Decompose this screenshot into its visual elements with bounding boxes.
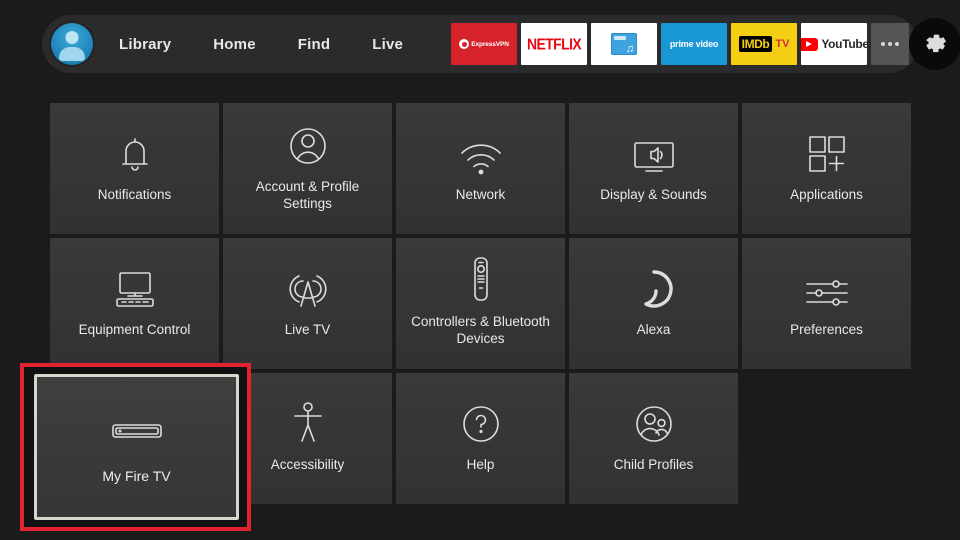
imdb-tv-suffix: TV bbox=[775, 38, 790, 50]
app-tile-imdb-tv[interactable]: IMDb TV bbox=[731, 23, 798, 65]
highlight-annotation-box: My Fire TV bbox=[20, 363, 251, 531]
app-tile-prime-video[interactable]: prime video bbox=[661, 23, 728, 65]
question-circle-icon bbox=[460, 399, 502, 445]
two-people-icon bbox=[633, 399, 675, 445]
prime-video-label: prime video bbox=[669, 38, 719, 49]
tile-label: Applications bbox=[790, 187, 863, 203]
imdb-tv-logo: IMDb TV bbox=[738, 36, 790, 52]
bell-icon bbox=[115, 129, 155, 175]
settings-tile-preferences[interactable]: Preferences bbox=[742, 238, 911, 369]
gear-icon bbox=[926, 34, 946, 53]
settings-tile-display-sounds[interactable]: Display & Sounds bbox=[569, 103, 738, 234]
tile-label: Child Profiles bbox=[613, 457, 694, 473]
tile-label: Accessibility bbox=[270, 457, 345, 473]
settings-tile-equipment-control[interactable]: Equipment Control bbox=[50, 238, 219, 369]
broadcast-tower-icon bbox=[285, 264, 331, 310]
tile-label: Controllers & Bluetooth Devices bbox=[411, 313, 550, 346]
youtube-logo: YouTube bbox=[801, 37, 867, 51]
tile-label: Network bbox=[455, 187, 506, 203]
media-player-icon bbox=[611, 33, 638, 55]
fire-tv-settings-screen: Library Home Find Live ExpressVPN NETFLI… bbox=[0, 0, 960, 540]
tile-label: Notifications bbox=[97, 187, 172, 203]
expressvpn-label: ExpressVPN bbox=[471, 40, 509, 48]
nav-item-live[interactable]: Live bbox=[372, 36, 403, 53]
settings-button[interactable] bbox=[909, 18, 960, 70]
nav-item-library[interactable]: Library bbox=[119, 36, 171, 53]
app-shortcuts: ExpressVPN NETFLIX prime video IMDb TV bbox=[451, 18, 960, 70]
expressvpn-dot-icon bbox=[459, 39, 470, 49]
app-tile-youtube[interactable]: YouTube bbox=[801, 23, 868, 65]
tv-remote-icon bbox=[112, 264, 158, 310]
youtube-label: YouTube bbox=[821, 37, 868, 51]
dot-icon bbox=[895, 42, 900, 46]
app-tile-expressvpn[interactable]: ExpressVPN bbox=[451, 23, 518, 65]
app-grid-plus-icon bbox=[806, 129, 848, 175]
settings-tile-alexa[interactable]: Alexa bbox=[569, 238, 738, 369]
settings-tile-help[interactable]: Help bbox=[396, 373, 565, 504]
dot-icon bbox=[881, 42, 886, 46]
profile-avatar[interactable] bbox=[51, 23, 93, 65]
tile-label: Equipment Control bbox=[78, 322, 191, 338]
dot-icon bbox=[888, 42, 893, 46]
expressvpn-logo: ExpressVPN bbox=[459, 39, 509, 49]
imdb-label: IMDb bbox=[738, 36, 773, 52]
more-apps-button[interactable] bbox=[871, 23, 910, 65]
prime-video-logo: prime video bbox=[669, 38, 719, 49]
settings-tile-applications[interactable]: Applications bbox=[742, 103, 911, 234]
settings-tile-live-tv[interactable]: Live TV bbox=[223, 238, 392, 369]
tile-label: Display & Sounds bbox=[600, 187, 707, 203]
netflix-label: NETFLIX bbox=[526, 34, 582, 54]
top-navigation-bar: Library Home Find Live ExpressVPN NETFLI… bbox=[42, 15, 960, 73]
app-tile-media-player[interactable] bbox=[591, 23, 658, 65]
nav-item-home[interactable]: Home bbox=[213, 36, 255, 53]
tile-label: Alexa bbox=[636, 322, 671, 338]
settings-row-1: Notifications Account & Profile Settings bbox=[50, 103, 911, 234]
sliders-icon bbox=[803, 264, 851, 310]
alexa-ring-icon bbox=[633, 264, 675, 310]
fire-tv-stick-icon bbox=[111, 410, 163, 452]
settings-tile-notifications[interactable]: Notifications bbox=[50, 103, 219, 234]
settings-tile-network[interactable]: Network bbox=[396, 103, 565, 234]
settings-tile-child-profiles[interactable]: Child Profiles bbox=[569, 373, 738, 504]
nav-links: Library Home Find Live bbox=[119, 36, 445, 53]
settings-tile-controllers-bluetooth[interactable]: Controllers & Bluetooth Devices bbox=[396, 238, 565, 369]
wifi-icon bbox=[458, 129, 504, 175]
tile-label: Live TV bbox=[284, 322, 331, 338]
app-tile-netflix[interactable]: NETFLIX bbox=[521, 23, 588, 65]
settings-row-2: Equipment Control Live TV Controllers & … bbox=[50, 238, 911, 369]
accessibility-person-icon bbox=[291, 399, 325, 445]
youtube-play-icon bbox=[801, 37, 819, 51]
avatar-head bbox=[65, 31, 79, 44]
nav-item-find[interactable]: Find bbox=[298, 36, 330, 53]
avatar-body bbox=[59, 47, 85, 61]
tile-label: Account & Profile Settings bbox=[255, 178, 360, 211]
settings-tile-account-profile[interactable]: Account & Profile Settings bbox=[223, 103, 392, 234]
person-circle-icon bbox=[287, 121, 329, 167]
remote-control-icon bbox=[469, 256, 493, 302]
tile-label: Help bbox=[466, 457, 495, 473]
display-sound-icon bbox=[630, 129, 678, 175]
tile-label: My Fire TV bbox=[102, 468, 171, 484]
tile-label: Preferences bbox=[790, 322, 863, 338]
settings-tile-my-fire-tv[interactable]: My Fire TV bbox=[34, 374, 239, 520]
